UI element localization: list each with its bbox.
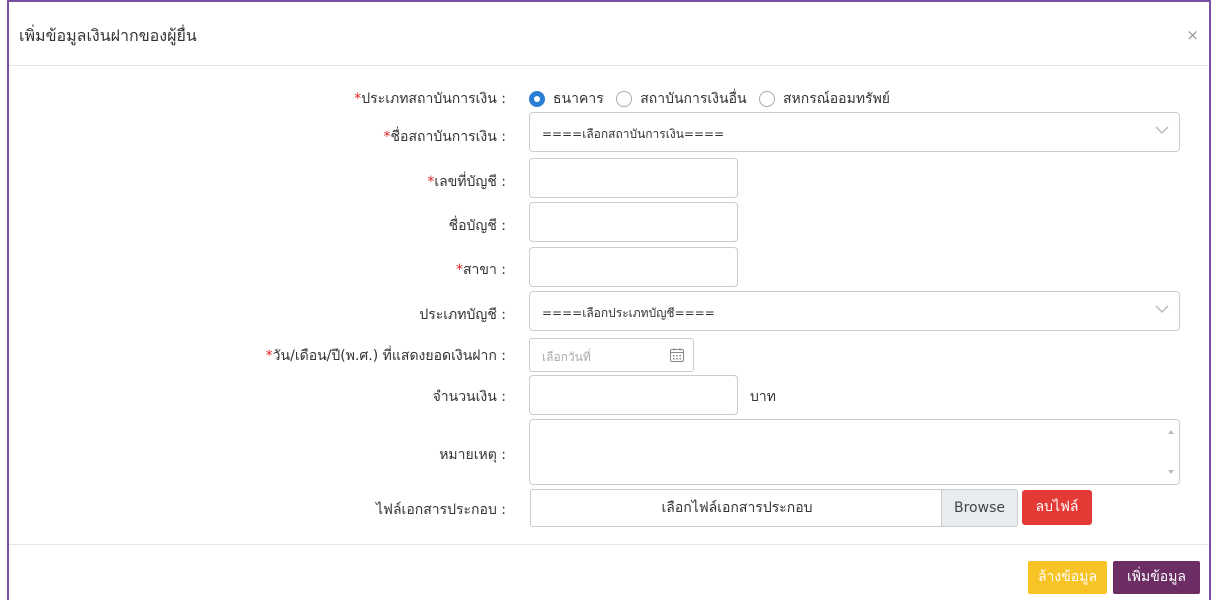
required-mark: * — [455, 262, 463, 278]
attachment-label: ไฟล์เอกสารประกอบ : — [376, 502, 506, 518]
browse-button[interactable]: Browse — [941, 490, 1017, 526]
required-mark: * — [383, 129, 391, 145]
account-type-value: ====เลือกประเภทบัญชี==== — [542, 306, 715, 320]
radio-label-other-institution: สถาบันการเงินอื่น — [640, 91, 747, 107]
institution-type-radio-group: ธนาคาร สถาบันการเงินอื่น สหกรณ์ออมทรัพย์ — [529, 88, 898, 111]
account-number-label: *เลขที่บัญชี : — [427, 174, 506, 190]
amount-unit: บาท — [750, 389, 776, 405]
chevron-down-icon — [1155, 126, 1169, 135]
note-textarea[interactable] — [529, 419, 1180, 485]
radio-button[interactable] — [616, 91, 633, 107]
radio-option-other-institution[interactable]: สถาบันการเงินอื่น — [616, 88, 747, 110]
scroll-down-arrow[interactable] — [1168, 470, 1174, 474]
radio-label-bank: ธนาคาร — [553, 91, 604, 107]
account-type-label: ประเภทบัญชี : — [419, 307, 506, 323]
dialog: เพิ่มข้อมูลเงินฝากของผู้ยื่น × *ประเภทสถ… — [7, 0, 1211, 600]
footer-divider — [9, 544, 1209, 545]
clear-button[interactable]: ล้างข้อมูล — [1028, 561, 1107, 594]
radio-label-cooperative: สหกรณ์ออมทรัพย์ — [783, 91, 890, 107]
close-icon[interactable]: × — [1186, 26, 1199, 44]
dialog-title: เพิ่มข้อมูลเงินฝากของผู้ยื่น — [19, 26, 197, 45]
radio-option-bank[interactable]: ธนาคาร — [529, 88, 604, 110]
scroll-up-arrow[interactable] — [1168, 430, 1174, 434]
radio-option-cooperative[interactable]: สหกรณ์ออมทรัพย์ — [759, 88, 890, 110]
institution-name-value: ====เลือกสถาบันการเงิน==== — [542, 127, 725, 141]
amount-input[interactable] — [529, 375, 738, 415]
institution-name-label: *ชื่อสถาบันการเงิน : — [383, 129, 506, 145]
account-name-label: ชื่อบัญชี : — [448, 218, 506, 234]
balance-date-label: *วัน/เดือน/ปี(พ.ศ.) ที่แสดงยอดเงินฝาก : — [265, 348, 506, 364]
account-name-input[interactable] — [529, 202, 738, 242]
account-number-input[interactable] — [529, 158, 738, 198]
date-placeholder: เลือกวันที่ — [542, 350, 591, 364]
calendar-icon[interactable] — [669, 347, 685, 363]
institution-name-select[interactable]: ====เลือกสถาบันการเงิน==== — [529, 112, 1180, 152]
chevron-down-icon — [1155, 305, 1169, 314]
radio-button[interactable] — [759, 91, 776, 107]
branch-input[interactable] — [529, 247, 738, 287]
note-label: หมายเหตุ : — [439, 447, 506, 463]
required-mark: * — [265, 348, 273, 364]
balance-date-input[interactable]: เลือกวันที่ — [529, 338, 694, 372]
account-type-select[interactable]: ====เลือกประเภทบัญชี==== — [529, 291, 1180, 331]
branch-label: *สาขา : — [455, 262, 506, 278]
radio-button-checked[interactable] — [529, 91, 545, 107]
amount-label: จำนวนเงิน : — [432, 389, 506, 405]
dialog-header: เพิ่มข้อมูลเงินฝากของผู้ยื่น × — [9, 2, 1209, 66]
file-input[interactable]: เลือกไฟล์เอกสารประกอบ Browse — [530, 489, 1018, 527]
institution-type-label: *ประเภทสถาบันการเงิน : — [354, 91, 506, 107]
delete-file-button[interactable]: ลบไฟล์ — [1022, 490, 1092, 525]
file-input-text: เลือกไฟล์เอกสารประกอบ — [661, 500, 813, 516]
add-button[interactable]: เพิ่มข้อมูล — [1113, 561, 1200, 594]
